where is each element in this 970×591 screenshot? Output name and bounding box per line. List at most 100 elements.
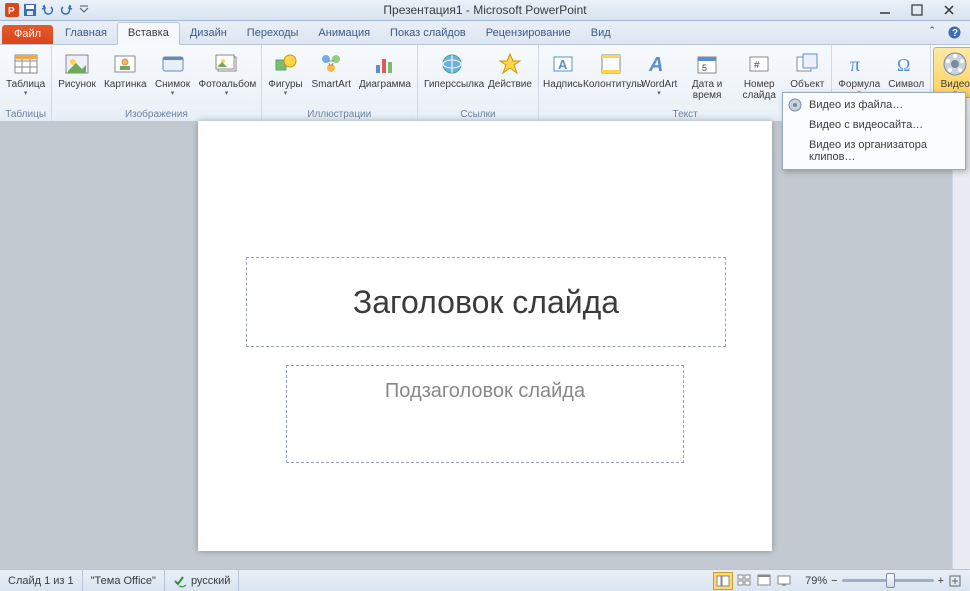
chevron-down-icon: ▾ [284, 89, 288, 97]
zoom-slider[interactable] [842, 579, 934, 582]
film-reel-icon [787, 97, 803, 113]
headerfooter-icon [597, 50, 625, 78]
table-icon [12, 50, 40, 78]
chevron-down-icon: ▾ [24, 89, 28, 97]
app-icon[interactable]: P [4, 2, 20, 18]
view-buttons [709, 572, 797, 590]
action-icon [496, 50, 524, 78]
smartart-icon [317, 50, 345, 78]
svg-text:π: π [850, 54, 860, 76]
menu-item-video-organizer[interactable]: Видео из организатора клипов… [783, 135, 965, 167]
chevron-down-icon: ▾ [225, 89, 229, 97]
chart-button[interactable]: Диаграмма [355, 47, 415, 90]
photoalbum-button[interactable]: Фотоальбом▾ [195, 47, 259, 97]
svg-text:#: # [754, 60, 760, 71]
shapes-button[interactable]: Фигуры▾ [264, 47, 308, 97]
title-placeholder[interactable]: Заголовок слайда [246, 257, 726, 347]
window-controls [874, 2, 966, 18]
redo-icon[interactable] [58, 2, 74, 18]
datetime-button[interactable]: 5Дата и время [681, 47, 733, 101]
status-bar: Слайд 1 из 1 "Тема Office" русский 79% −… [0, 569, 970, 591]
zoom-out-button[interactable]: − [831, 575, 837, 587]
tab-home[interactable]: Главная [55, 23, 117, 44]
tab-design[interactable]: Дизайн [180, 23, 237, 44]
subtitle-placeholder[interactable]: Подзаголовок слайда [286, 365, 684, 463]
photoalbum-icon [213, 50, 241, 78]
object-button[interactable]: Объект [785, 47, 829, 90]
view-normal-icon[interactable] [713, 572, 733, 590]
action-button[interactable]: Действие [484, 47, 536, 90]
tab-review[interactable]: Рецензирование [476, 23, 581, 44]
tab-animation[interactable]: Анимация [308, 23, 380, 44]
status-theme[interactable]: "Тема Office" [83, 570, 165, 591]
status-language[interactable]: русский [165, 570, 239, 591]
svg-text:A: A [648, 54, 663, 76]
zoom-controls: 79% − + [797, 574, 970, 588]
menu-item-video-file[interactable]: Видео из файла… [783, 95, 965, 115]
wordart-icon: A [645, 50, 673, 78]
picture-button[interactable]: Рисунок [54, 47, 100, 90]
chevron-down-icon: ▾ [657, 89, 661, 97]
picture-icon [63, 50, 91, 78]
video-icon [941, 50, 969, 78]
zoom-in-button[interactable]: + [938, 575, 944, 587]
window-title: Презентация1 - Microsoft PowerPoint [383, 3, 586, 17]
tab-insert[interactable]: Вставка [117, 22, 180, 45]
svg-text:?: ? [952, 28, 958, 39]
title-bar: P Презентация1 - Microsoft PowerPoint [0, 0, 970, 21]
video-dropdown-menu: Видео из файла… Видео с видеосайта… Виде… [782, 92, 966, 170]
ribbon-tab-bar: Файл Главная Вставка Дизайн Переходы Ани… [0, 21, 970, 45]
qat-customize-icon[interactable] [76, 2, 92, 18]
group-links: Гиперссылка Действие Ссылки [418, 45, 539, 123]
minimize-button[interactable] [874, 2, 896, 18]
equation-button[interactable]: πФормула▾ [834, 47, 884, 97]
equation-icon: π [845, 50, 873, 78]
hyperlink-button[interactable]: Гиперссылка [420, 47, 484, 90]
group-tables: Таблица ▾ Таблицы [0, 45, 52, 123]
chart-icon [371, 50, 399, 78]
svg-text:5: 5 [702, 63, 707, 73]
file-tab[interactable]: Файл [2, 25, 53, 44]
menu-item-video-website[interactable]: Видео с видеосайта… [783, 115, 965, 135]
view-sorter-icon[interactable] [735, 572, 753, 588]
zoom-level[interactable]: 79% [805, 575, 827, 587]
textbox-button[interactable]: AНадпись [541, 47, 585, 90]
slidenumber-button[interactable]: #Номер слайда [733, 47, 785, 101]
textbox-icon: A [549, 50, 577, 78]
clipart-button[interactable]: Картинка [100, 47, 151, 90]
video-button[interactable]: Видео▾ [933, 47, 970, 98]
undo-icon[interactable] [40, 2, 56, 18]
save-icon[interactable] [22, 2, 38, 18]
view-reading-icon[interactable] [755, 572, 773, 588]
wordart-button[interactable]: AWordArt▾ [637, 47, 681, 97]
svg-text:Ω: Ω [897, 55, 910, 75]
tab-view[interactable]: Вид [581, 23, 621, 44]
slidenumber-icon: # [745, 50, 773, 78]
zoom-thumb[interactable] [886, 573, 895, 588]
tab-transitions[interactable]: Переходы [237, 23, 309, 44]
tab-slideshow[interactable]: Показ слайдов [380, 23, 476, 44]
group-illustrations: Фигуры▾ SmartArt Диаграмма Иллюстрации [262, 45, 418, 123]
slide-canvas[interactable]: Заголовок слайда Подзаголовок слайда [198, 121, 772, 551]
fit-window-icon[interactable] [948, 574, 962, 588]
screenshot-button[interactable]: Снимок▾ [151, 47, 195, 97]
smartart-button[interactable]: SmartArt [308, 47, 355, 90]
table-button[interactable]: Таблица ▾ [2, 47, 49, 97]
vertical-scrollbar[interactable] [952, 121, 970, 570]
spellcheck-icon [173, 574, 187, 588]
ribbon-minimize-icon[interactable]: ˆ [924, 24, 940, 40]
close-button[interactable] [938, 2, 960, 18]
svg-text:A: A [558, 57, 568, 72]
symbol-icon: Ω [892, 50, 920, 78]
svg-text:P: P [8, 6, 15, 17]
headerfooter-button[interactable]: Колонтитулы [585, 47, 637, 90]
help-icon[interactable]: ? [946, 24, 962, 40]
screenshot-icon [159, 50, 187, 78]
status-slide[interactable]: Слайд 1 из 1 [0, 570, 83, 591]
quick-access-toolbar: P [4, 2, 92, 18]
view-slideshow-icon[interactable] [775, 572, 793, 588]
symbol-button[interactable]: ΩСимвол [884, 47, 928, 90]
datetime-icon: 5 [693, 50, 721, 78]
editor-area: Заголовок слайда Подзаголовок слайда [0, 121, 970, 570]
maximize-button[interactable] [906, 2, 928, 18]
